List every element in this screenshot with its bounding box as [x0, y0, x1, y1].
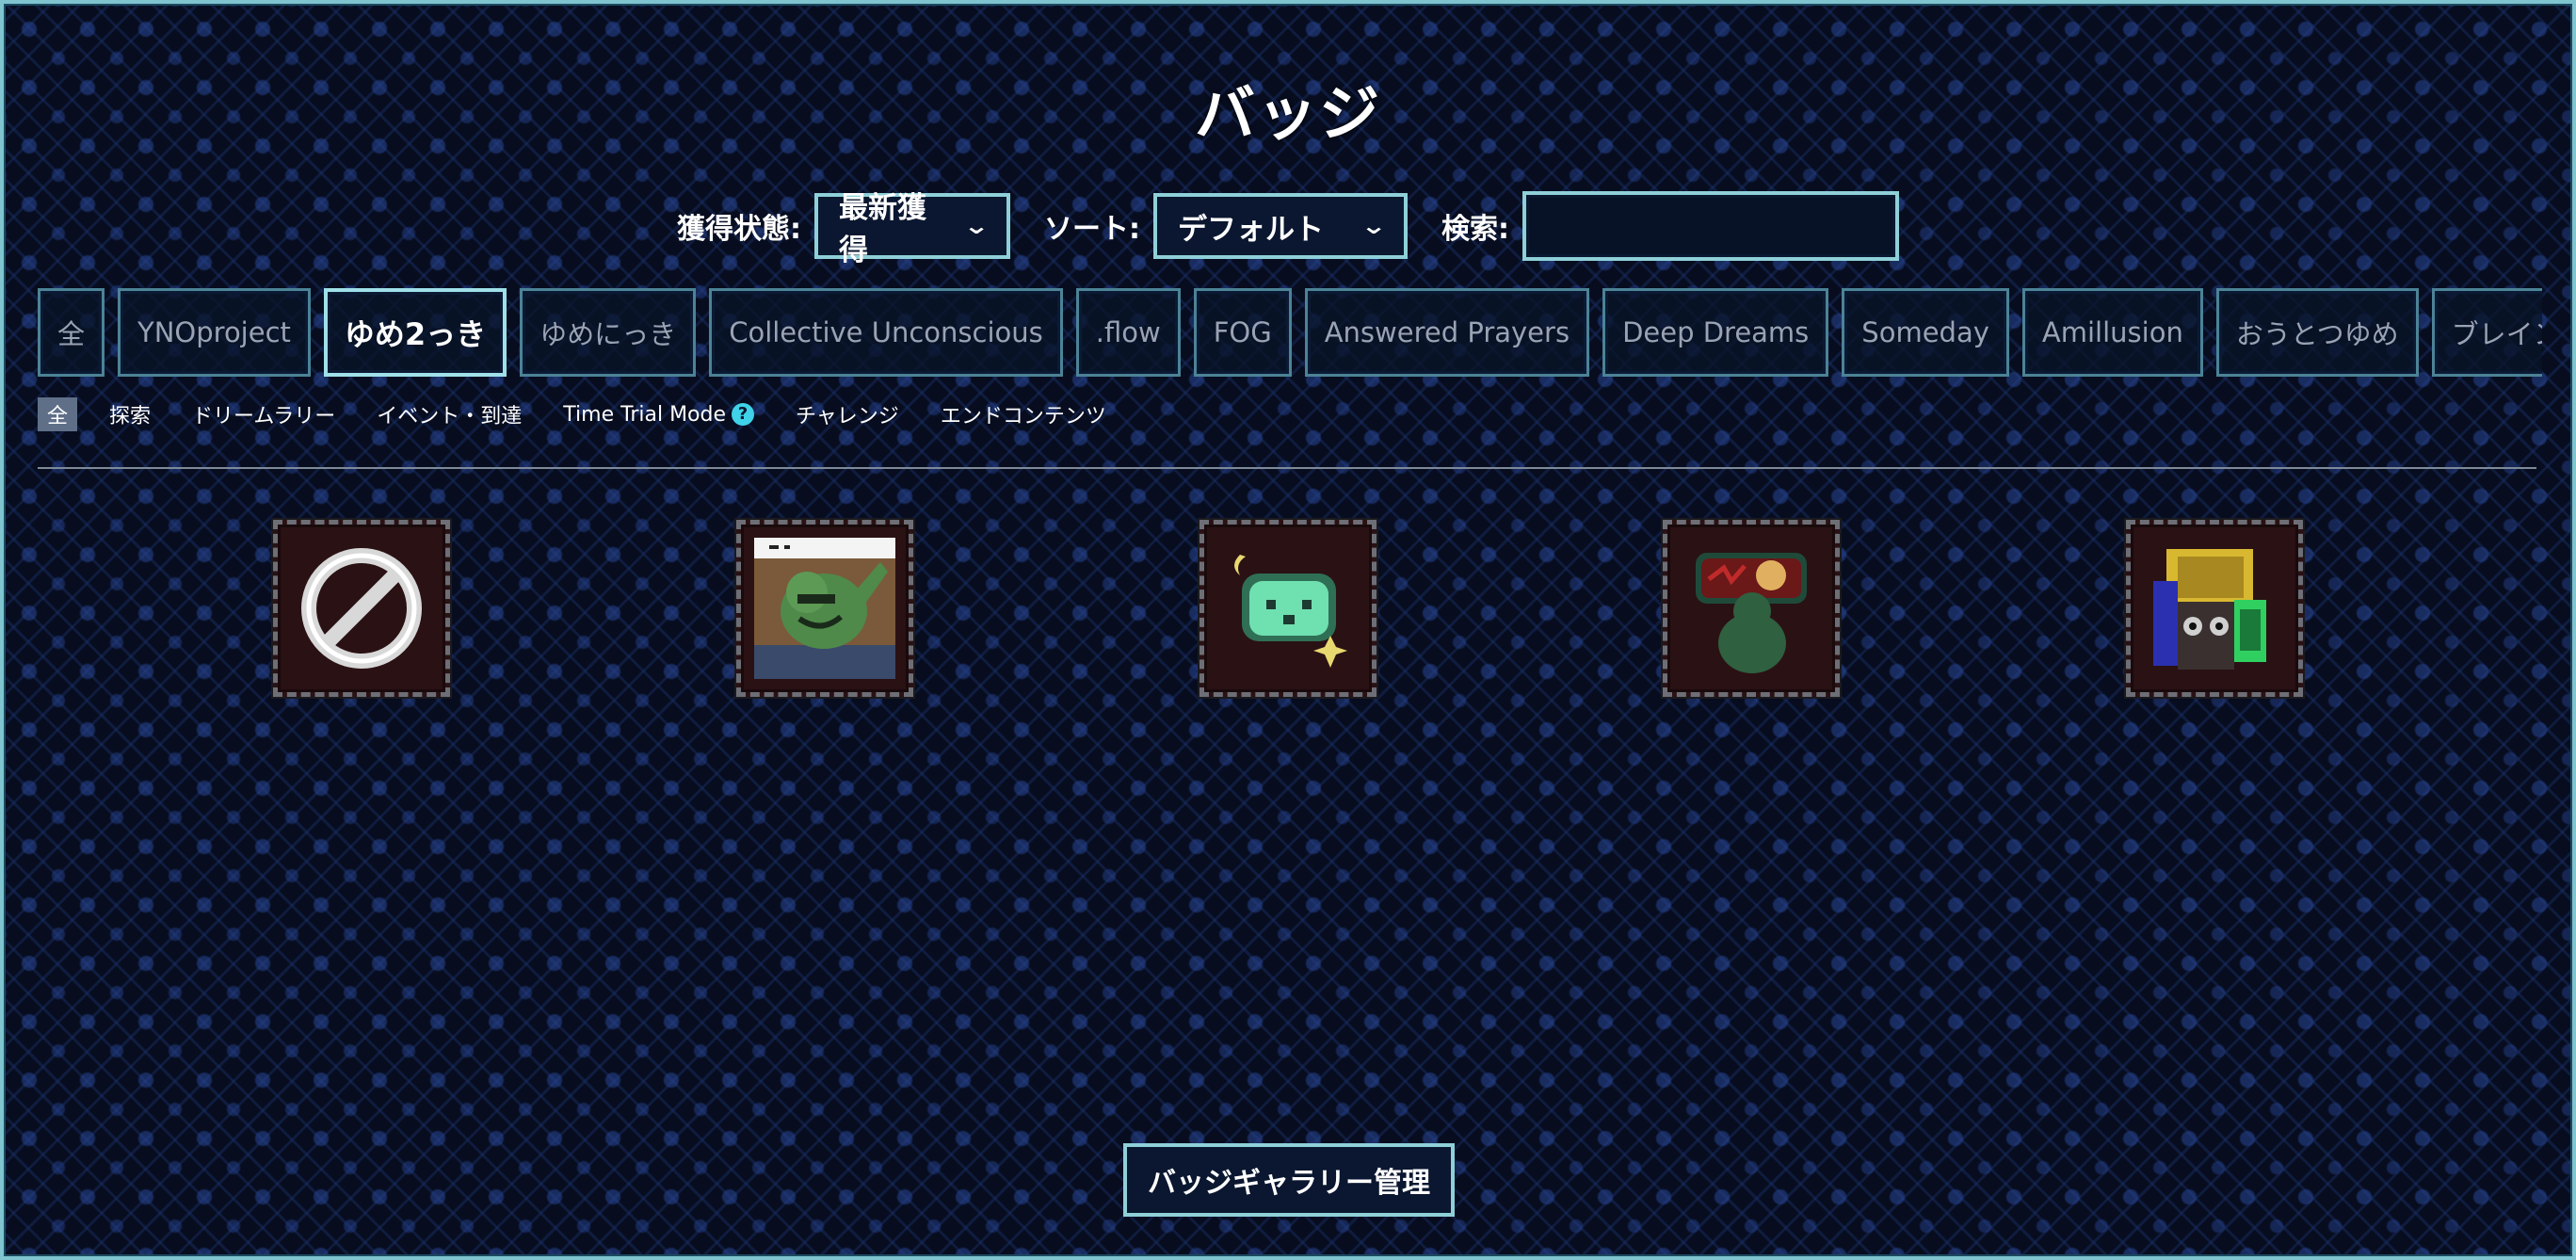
filter-bar: 獲得状態: 最新獲得 ⌄ ソート: デフォルト ⌄ 検索:: [0, 188, 2576, 267]
ghost-lantern-badge-icon: [1217, 538, 1359, 679]
help-icon[interactable]: ?: [732, 403, 755, 426]
game-tab-brain-girl[interactable]: ブレインガール: [2431, 288, 2542, 377]
category-tab-time-trial[interactable]: Time Trial Mode ?: [554, 401, 764, 428]
game-tabs: 全 YNOproject ゆめ2っき ゆめにっき Collective Unco…: [38, 288, 2542, 382]
game-tab-all[interactable]: 全: [38, 288, 105, 377]
green-creature-badge-icon: [754, 538, 895, 679]
category-tab-challenge[interactable]: チャレンジ: [786, 397, 909, 431]
chevron-down-icon: ⌄: [962, 213, 990, 239]
badge-slot[interactable]: [273, 520, 450, 697]
game-tab-fog[interactable]: FOG: [1193, 288, 1292, 377]
sort-dropdown[interactable]: デフォルト ⌄: [1153, 193, 1408, 259]
game-tab-answered-prayers[interactable]: Answered Prayers: [1304, 288, 1590, 377]
game-tab-flow[interactable]: .flow: [1075, 288, 1181, 377]
category-tab-end-content[interactable]: エンドコンテンツ: [931, 397, 1116, 431]
time-trial-label: Time Trial Mode: [563, 402, 727, 427]
game-tab-deep-dreams[interactable]: Deep Dreams: [1602, 288, 1829, 377]
badge-slot[interactable]: [1199, 520, 1377, 697]
no-badge-icon: [301, 548, 422, 669]
red-sign-girl-badge-icon: [1681, 538, 1822, 679]
badge-gallery-manage-button[interactable]: バッジギャラリー管理: [1123, 1143, 1455, 1217]
chevron-down-icon: ⌄: [1360, 213, 1388, 239]
badge-slot[interactable]: [736, 520, 913, 697]
search-label: 検索:: [1441, 213, 1509, 246]
game-tab-collective-unconscious[interactable]: Collective Unconscious: [709, 288, 1063, 377]
game-tab-yume2kki[interactable]: ゆめ2っき: [323, 288, 507, 377]
badge-slot[interactable]: [1663, 520, 1840, 697]
status-filter-value: 最新獲得: [839, 191, 926, 267]
game-tab-yumenikki[interactable]: ゆめにっき: [520, 288, 697, 377]
divider: [38, 467, 2536, 469]
game-tab-outotsu-yume[interactable]: おうとつゆめ: [2215, 288, 2419, 377]
sort-value: デフォルト: [1178, 212, 1324, 247]
game-tab-ynoproject[interactable]: YNOproject: [118, 288, 311, 377]
category-tab-explore[interactable]: 探索: [100, 397, 160, 431]
search-input[interactable]: [1522, 191, 1899, 261]
category-tabs: 全 探索 ドリームラリー イベント・到達 Time Trial Mode ? チ…: [38, 397, 1116, 431]
status-filter-label: 獲得状態:: [677, 213, 801, 246]
category-tab-event[interactable]: イベント・到達: [367, 397, 531, 431]
game-tab-someday[interactable]: Someday: [1842, 288, 2009, 377]
game-tab-amillusion[interactable]: Amillusion: [2021, 288, 2203, 377]
badge-slot[interactable]: [2126, 520, 2303, 697]
category-tab-all[interactable]: 全: [38, 397, 78, 431]
bookshelf-robot-badge-icon: [2144, 538, 2285, 679]
status-filter-dropdown[interactable]: 最新獲得 ⌄: [814, 191, 1010, 267]
page-title: バッジ: [1195, 80, 1381, 150]
sort-label: ソート:: [1044, 213, 1140, 246]
category-tab-dream-rally[interactable]: ドリームラリー: [183, 397, 345, 431]
